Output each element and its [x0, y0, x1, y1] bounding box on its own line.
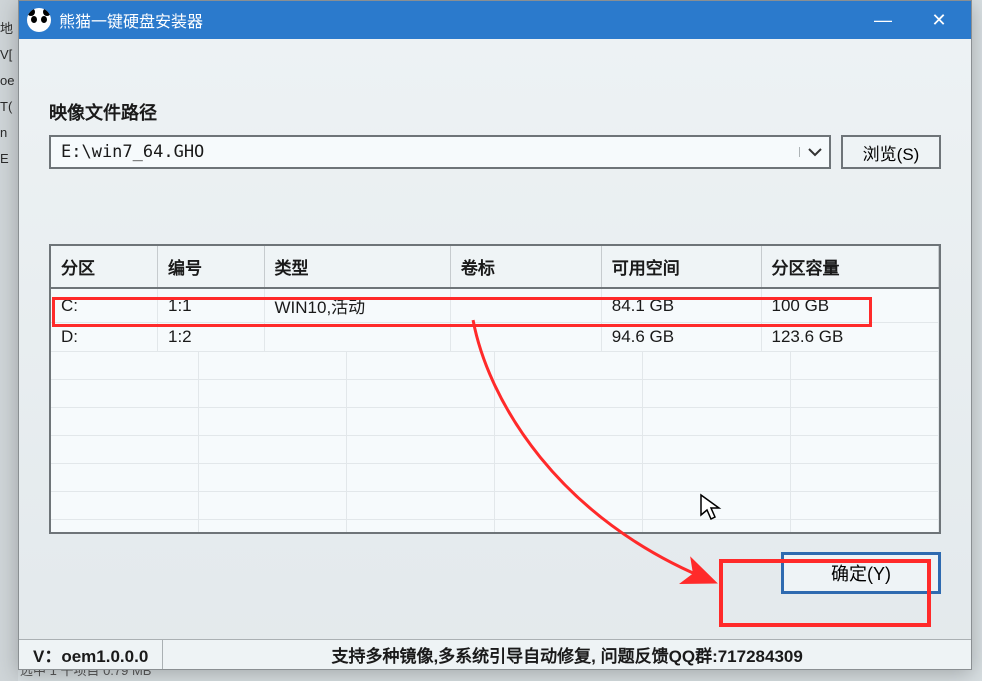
cell-partition: D:	[51, 323, 158, 352]
image-path-combobox[interactable]	[49, 135, 831, 169]
version-label: V：oem1.0.0.0	[19, 640, 163, 669]
cell-size: 100 GB	[761, 288, 939, 323]
cell-number: 1:1	[158, 288, 265, 323]
partition-table[interactable]: 分区 编号 类型 卷标 可用空间 分区容量 C: 1:1 WIN10,活动 8	[49, 244, 941, 534]
cell-number: 1:2	[158, 323, 265, 352]
window-title: 熊猫一键硬盘安装器	[59, 8, 855, 32]
cell-volume	[450, 323, 601, 352]
chevron-down-icon[interactable]	[799, 147, 829, 157]
image-path-label: 映像文件路径	[49, 99, 941, 125]
cell-type	[264, 323, 450, 352]
panda-icon	[27, 8, 51, 32]
cell-free: 94.6 GB	[601, 323, 761, 352]
browse-button[interactable]: 浏览(S)	[841, 135, 941, 169]
installer-window: 熊猫一键硬盘安装器 — ✕ 映像文件路径 浏览(S)	[18, 0, 972, 670]
status-bar: V：oem1.0.0.0 支持多种镜像,多系统引导自动修复, 问题反馈QQ群:7…	[19, 639, 971, 669]
image-path-input[interactable]	[51, 142, 799, 162]
titlebar[interactable]: 熊猫一键硬盘安装器 — ✕	[19, 1, 971, 39]
close-button[interactable]: ✕	[911, 1, 967, 39]
table-row[interactable]: C: 1:1 WIN10,活动 84.1 GB 100 GB	[51, 288, 939, 323]
status-message: 支持多种镜像,多系统引导自动修复, 问题反馈QQ群:717284309	[163, 642, 971, 667]
col-number[interactable]: 编号	[158, 246, 265, 288]
cell-partition: C:	[51, 288, 158, 323]
cell-size: 123.6 GB	[761, 323, 939, 352]
col-type[interactable]: 类型	[264, 246, 450, 288]
image-path-section: 映像文件路径 浏览(S)	[19, 39, 971, 189]
col-partition[interactable]: 分区	[51, 246, 158, 288]
bg-fragment: T(	[0, 94, 18, 120]
col-free[interactable]: 可用空间	[601, 246, 761, 288]
bg-fragment: V[	[0, 42, 18, 68]
background-edge-strip: 地 V[ oe T( n E	[0, 0, 18, 681]
bg-fragment: E	[0, 146, 18, 172]
cell-type: WIN10,活动	[264, 288, 450, 323]
table-header-row: 分区 编号 类型 卷标 可用空间 分区容量	[51, 246, 939, 288]
bg-fragment: n	[0, 120, 18, 146]
action-row: 确定(Y)	[19, 534, 971, 594]
table-empty-area	[51, 352, 939, 532]
bg-fragment: oe	[0, 68, 18, 94]
table-row[interactable]: D: 1:2 94.6 GB 123.6 GB	[51, 323, 939, 352]
cell-free: 84.1 GB	[601, 288, 761, 323]
client-area: 映像文件路径 浏览(S) 分区	[19, 39, 971, 669]
cell-volume	[450, 288, 601, 323]
col-size[interactable]: 分区容量	[761, 246, 939, 288]
col-volume[interactable]: 卷标	[450, 246, 601, 288]
ok-button[interactable]: 确定(Y)	[781, 552, 941, 594]
bg-fragment: 地	[0, 16, 18, 42]
minimize-button[interactable]: —	[855, 1, 911, 39]
